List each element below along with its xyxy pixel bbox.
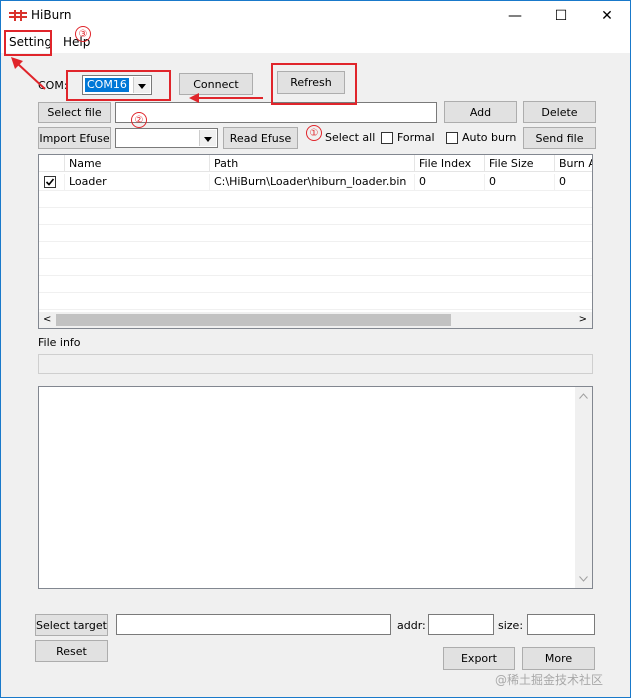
annotation-arrows xyxy=(11,57,263,103)
arrow-head xyxy=(189,93,199,103)
hiburn-window: HiBurn — ☐ ✕ Setting Help COM: COM16 Con… xyxy=(0,0,631,698)
arrow-com-to-setting xyxy=(17,63,46,90)
